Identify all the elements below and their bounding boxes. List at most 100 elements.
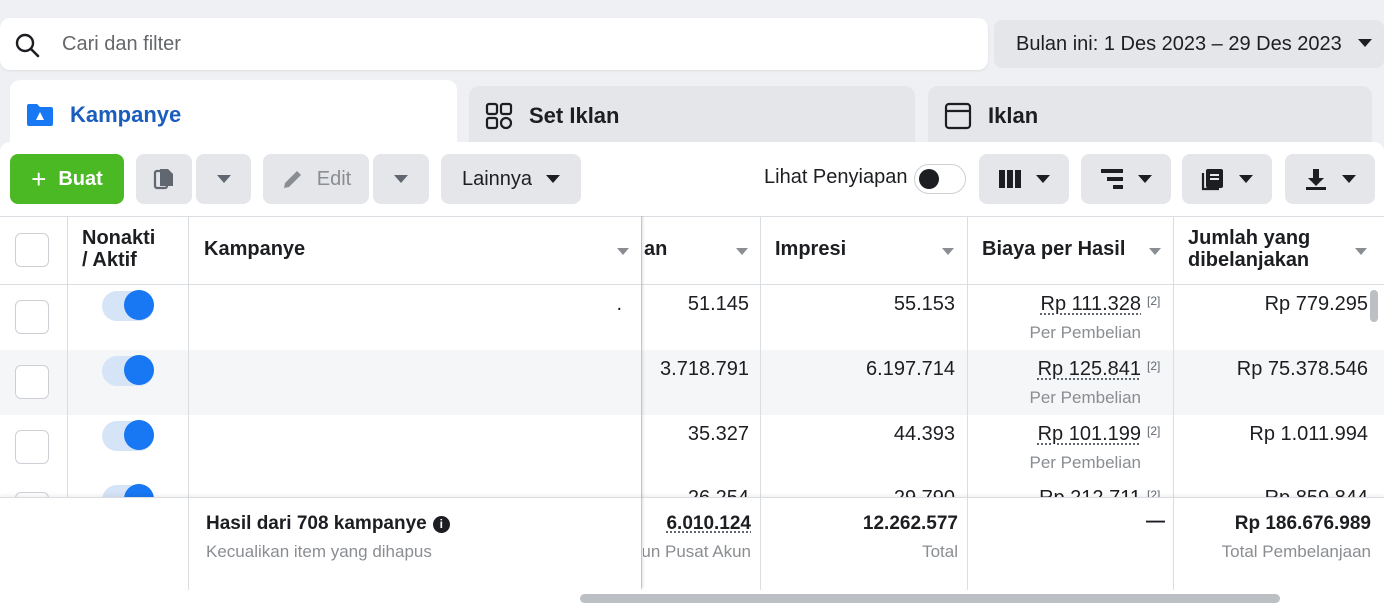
chevron-down-icon bbox=[1036, 175, 1050, 183]
divider bbox=[760, 498, 761, 590]
toggle-knob bbox=[124, 420, 154, 450]
column-header-impressions[interactable]: Impresi bbox=[775, 238, 846, 260]
row-checkbox[interactable] bbox=[15, 300, 49, 334]
export-button[interactable] bbox=[1285, 154, 1375, 204]
row-checkbox[interactable] bbox=[15, 365, 49, 399]
sort-icon[interactable] bbox=[1355, 248, 1367, 255]
create-button[interactable]: + Buat bbox=[10, 154, 124, 204]
column-header-reach[interactable]: an bbox=[644, 238, 667, 260]
chevron-down-icon bbox=[1342, 175, 1356, 183]
chevron-down-icon bbox=[394, 175, 408, 183]
cost-per-result-label: Per Pembelian bbox=[1029, 453, 1141, 472]
summary-title-text: Hasil dari 708 kampanye bbox=[206, 513, 427, 534]
cost-per-result-value[interactable]: Rp 125.841 bbox=[975, 358, 1141, 381]
impressions-value: 44.393 bbox=[893, 423, 955, 445]
divider bbox=[0, 284, 1384, 285]
tab-label: Iklan bbox=[988, 103, 1039, 128]
ad-window-icon bbox=[944, 102, 972, 130]
search-bar[interactable] bbox=[0, 18, 988, 70]
duplicate-dropdown-button[interactable] bbox=[196, 154, 251, 204]
duplicate-button[interactable] bbox=[136, 154, 192, 204]
impressions-value: 6.197.714 bbox=[866, 358, 955, 380]
info-icon[interactable]: i bbox=[432, 516, 450, 533]
column-header-line: Jumlah yang bbox=[1188, 227, 1311, 249]
search-input[interactable] bbox=[62, 28, 962, 60]
cost-per-result-value[interactable]: Rp 111.328 bbox=[975, 293, 1141, 316]
download-icon bbox=[1306, 169, 1326, 190]
summary-reach[interactable]: 6.010.124 bbox=[645, 513, 751, 535]
duplicate-icon bbox=[153, 169, 173, 190]
tab-ad-sets[interactable]: Set Iklan bbox=[469, 86, 915, 146]
edit-dropdown-button[interactable] bbox=[373, 154, 429, 204]
column-header-cost-per-result[interactable]: Biaya per Hasil bbox=[982, 238, 1125, 260]
column-header-campaign[interactable]: Kampanye bbox=[204, 238, 305, 260]
edit-label: Edit bbox=[316, 167, 352, 190]
column-header-line: Nonakti bbox=[82, 227, 154, 249]
campaign-toggle[interactable] bbox=[102, 420, 154, 451]
campaign-toggle[interactable] bbox=[102, 290, 154, 321]
summary-title: Hasil dari 708 kampanye i bbox=[206, 513, 450, 535]
chevron-down-icon bbox=[1138, 175, 1152, 183]
cost-per-result-label: Per Pembelian bbox=[1029, 323, 1141, 342]
summary-reach-label: un Pusat Akun bbox=[643, 542, 751, 561]
sort-icon[interactable] bbox=[942, 248, 954, 255]
horizontal-scrollbar[interactable] bbox=[580, 594, 1280, 603]
cost-per-result-value[interactable]: Rp 101.199 bbox=[975, 423, 1141, 446]
reach-value: 3.718.791 bbox=[660, 358, 749, 380]
summary-impressions-label: Total bbox=[922, 542, 958, 561]
preview-toggle[interactable] bbox=[914, 164, 966, 194]
column-header-amount-spent[interactable]: Jumlah yang dibelanjakan bbox=[1188, 227, 1310, 271]
footnote: [2] bbox=[1147, 294, 1161, 308]
search-icon bbox=[15, 33, 40, 58]
amount-spent-value: Rp 1.011.994 bbox=[1249, 423, 1368, 445]
row-checkbox[interactable] bbox=[15, 430, 49, 464]
toggle-knob bbox=[124, 355, 154, 385]
impressions-value: 55.153 bbox=[893, 293, 955, 315]
chevron-down-icon bbox=[546, 175, 561, 183]
chevron-down-icon bbox=[1358, 39, 1372, 47]
preview-label: Lihat Penyiapan bbox=[764, 166, 908, 188]
columns-button[interactable] bbox=[979, 154, 1069, 204]
sort-icon[interactable] bbox=[1149, 248, 1161, 255]
column-header-toggle[interactable]: Nonakti / Aktif bbox=[82, 227, 154, 271]
pencil-icon bbox=[283, 171, 301, 188]
more-button[interactable]: Lainnya bbox=[441, 154, 581, 204]
date-range-picker[interactable]: Bulan ini: 1 Des 2023 – 29 Des 2023 bbox=[994, 20, 1384, 68]
summary-spend-label: Total Pembelanjaan bbox=[1221, 542, 1371, 561]
column-header-line: / Aktif bbox=[82, 249, 137, 271]
reach-value: 51.145 bbox=[687, 293, 749, 315]
divider bbox=[0, 216, 1384, 217]
footnote: [2] bbox=[1147, 359, 1161, 373]
sort-icon[interactable] bbox=[617, 248, 629, 255]
summary-row: Hasil dari 708 kampanye i Kecualikan item… bbox=[0, 497, 1384, 590]
reports-button[interactable] bbox=[1182, 154, 1272, 204]
edit-button[interactable]: Edit bbox=[263, 154, 369, 204]
plus-icon: + bbox=[31, 164, 47, 194]
divider bbox=[967, 498, 968, 590]
campaign-toggle[interactable] bbox=[102, 355, 154, 386]
toggle-knob bbox=[124, 290, 154, 320]
campaign-name[interactable]: . bbox=[560, 293, 622, 316]
divider bbox=[1173, 498, 1174, 590]
column-header-line: dibelanjakan bbox=[1188, 249, 1310, 271]
reports-icon bbox=[1201, 169, 1223, 191]
create-label: Buat bbox=[58, 167, 103, 190]
toggle-knob bbox=[919, 169, 939, 189]
breakdown-icon bbox=[1101, 169, 1123, 189]
reach-value: 35.327 bbox=[687, 423, 749, 445]
grid-icon bbox=[485, 102, 513, 130]
select-all-checkbox[interactable] bbox=[15, 233, 49, 267]
summary-subtitle: Kecualikan item yang dihapus bbox=[206, 542, 432, 561]
divider bbox=[67, 216, 68, 498]
chevron-down-icon bbox=[216, 175, 231, 183]
frozen-column-shadow bbox=[641, 216, 645, 588]
tab-ads[interactable]: Iklan bbox=[928, 86, 1372, 146]
tab-label: Set Iklan bbox=[529, 103, 620, 128]
vertical-scrollbar[interactable] bbox=[1370, 290, 1378, 322]
folder-icon bbox=[27, 104, 53, 126]
amount-spent-value: Rp 75.378.546 bbox=[1236, 358, 1368, 380]
sort-icon[interactable] bbox=[736, 248, 748, 255]
tab-campaigns[interactable]: Kampanye bbox=[10, 80, 457, 150]
footnote: [2] bbox=[1147, 424, 1161, 438]
breakdown-button[interactable] bbox=[1081, 154, 1171, 204]
